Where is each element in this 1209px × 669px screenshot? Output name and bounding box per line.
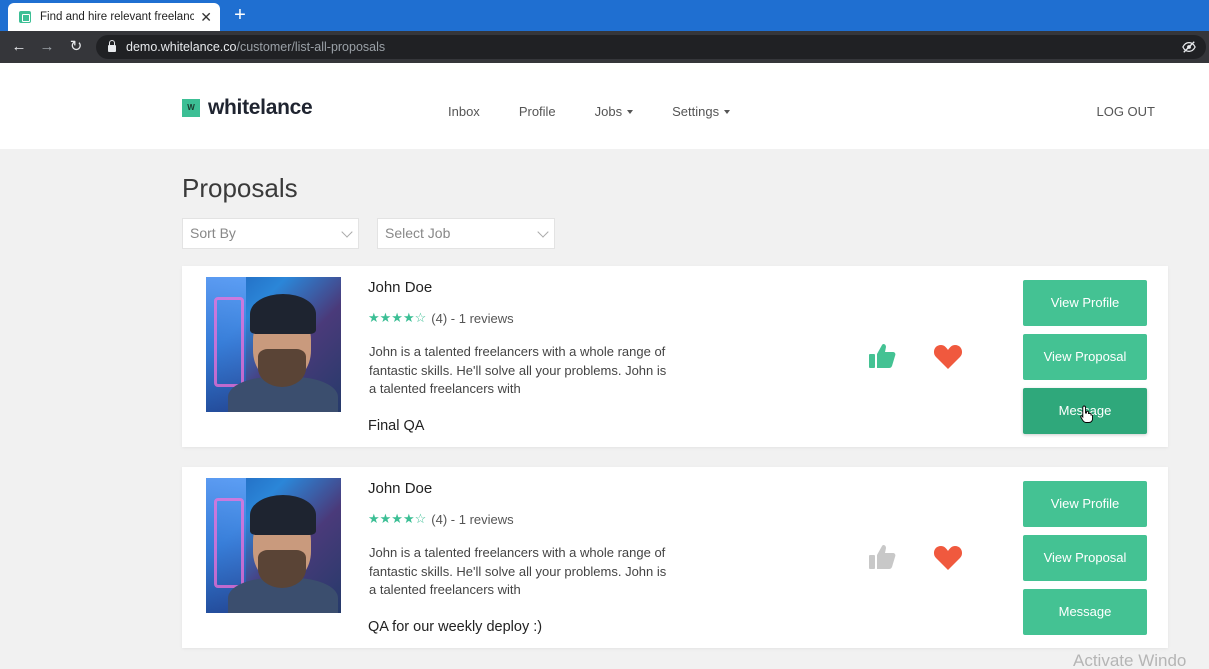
logo-text: whitelance <box>208 96 313 119</box>
avatar <box>206 277 341 412</box>
proposal-card: John Doe ★★★★☆ (4) - 1 reviews John is a… <box>182 467 1168 648</box>
thumbs-up-icon[interactable] <box>868 342 896 370</box>
address-bar[interactable]: demo.whitelance.co/customer/list-all-pro… <box>96 35 1206 59</box>
page-title: Proposals <box>182 173 298 203</box>
view-proposal-button[interactable]: View Proposal <box>1023 535 1147 581</box>
star-rating-icon: ★★★★☆ <box>368 511 427 526</box>
heart-icon[interactable] <box>933 343 963 371</box>
freelancer-name[interactable]: John Doe <box>368 279 432 296</box>
freelancer-description: John is a talented freelancers with a wh… <box>369 545 667 597</box>
chevron-down-icon <box>341 226 353 238</box>
close-tab-icon[interactable]: ✕ <box>200 10 212 24</box>
favicon-icon <box>19 11 31 23</box>
job-title: Final QA <box>368 418 425 434</box>
site-header: W whitelance Inbox Profile Jobs Settings… <box>0 63 1209 149</box>
hand-cursor-icon <box>1080 405 1093 423</box>
url-text: demo.whitelance.co/customer/list-all-pro… <box>126 40 386 54</box>
view-proposal-button[interactable]: View Proposal <box>1023 334 1147 380</box>
caret-down-icon <box>627 109 634 114</box>
new-tab-button[interactable]: + <box>228 3 252 27</box>
tab-title: Find and hire relevant freelancers <box>40 11 195 23</box>
sort-by-select[interactable]: Sort By <box>182 218 359 249</box>
rating: ★★★★☆ (4) - 1 reviews <box>368 511 514 527</box>
nav-inbox[interactable]: Inbox <box>448 104 480 119</box>
select-job-select[interactable]: Select Job <box>377 218 555 249</box>
lock-icon <box>108 40 116 52</box>
heart-icon[interactable] <box>933 544 963 572</box>
rating: ★★★★☆ (4) - 1 reviews <box>368 310 514 326</box>
star-rating-icon: ★★★★☆ <box>368 310 427 325</box>
browser-tab[interactable]: Find and hire relevant freelancers ✕ <box>8 3 220 31</box>
rating-text: (4) - 1 reviews <box>431 511 514 527</box>
chevron-down-icon <box>537 226 549 238</box>
freelancer-name[interactable]: John Doe <box>368 480 432 497</box>
nav-settings[interactable]: Settings <box>672 104 731 119</box>
avatar <box>206 478 341 613</box>
logout-link[interactable]: LOG OUT <box>1096 104 1155 119</box>
activate-windows-watermark: Activate Windo <box>1073 651 1187 669</box>
job-title: QA for our weekly deploy :) <box>368 619 543 635</box>
view-profile-button[interactable]: View Profile <box>1023 280 1147 326</box>
browser-toolbar: ← → ↻ demo.whitelance.co/customer/list-a… <box>0 31 1209 63</box>
view-profile-button[interactable]: View Profile <box>1023 481 1147 527</box>
nav-jobs[interactable]: Jobs <box>595 104 634 119</box>
back-arrow-icon[interactable]: ← <box>8 36 30 58</box>
main-nav: Inbox Profile Jobs Settings <box>448 104 769 119</box>
message-button[interactable]: Message <box>1023 589 1147 635</box>
rating-text: (4) - 1 reviews <box>431 310 514 326</box>
reload-icon[interactable]: ↻ <box>65 36 87 58</box>
logo[interactable]: W whitelance <box>182 96 313 120</box>
logo-mark-icon: W <box>182 99 200 117</box>
thumbs-up-icon[interactable] <box>868 543 896 571</box>
eye-off-icon[interactable] <box>1182 40 1196 54</box>
proposal-card: John Doe ★★★★☆ (4) - 1 reviews John is a… <box>182 266 1168 447</box>
nav-profile[interactable]: Profile <box>519 104 556 119</box>
forward-arrow-icon[interactable]: → <box>36 36 58 58</box>
browser-tab-bar: Find and hire relevant freelancers ✕ + <box>0 0 1209 31</box>
caret-down-icon <box>724 109 731 114</box>
freelancer-description: John is a talented freelancers with a wh… <box>369 344 667 396</box>
